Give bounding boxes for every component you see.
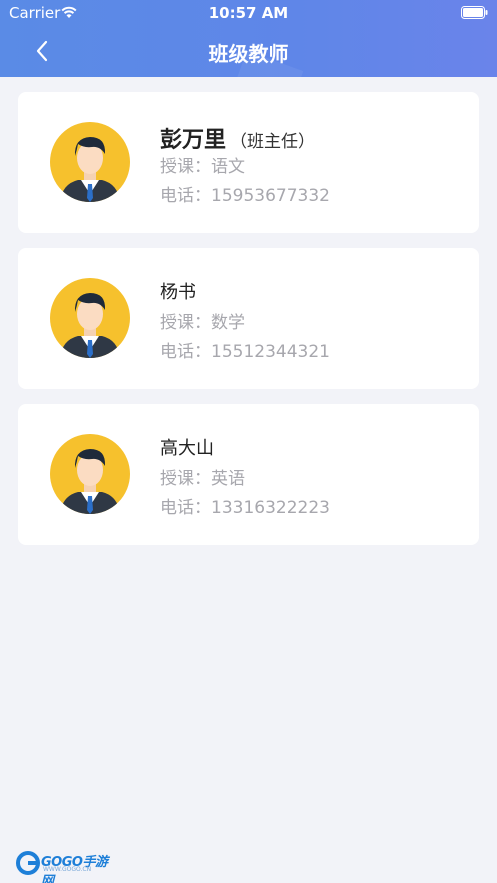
- teacher-phone-line: 电话：13316322223: [160, 495, 330, 522]
- teacher-role: （班主任）: [230, 132, 316, 152]
- teacher-phone[interactable]: 13316322223: [211, 498, 330, 518]
- battery-icon: [461, 6, 488, 19]
- watermark-logo: GOGO手游网 WWW.GOGO.CN: [16, 849, 116, 883]
- teacher-info: 杨书 授课：数学 电话：15512344321: [160, 278, 330, 366]
- watermark-url: WWW.GOGO.CN: [43, 866, 92, 873]
- teacher-list: 彭万里 （班主任） 授课：语文 电话：15953677332 杨书 授课：数学 …: [18, 92, 479, 560]
- teacher-name-row: 彭万里 （班主任）: [160, 122, 330, 153]
- teacher-subject: 语文: [211, 157, 245, 177]
- teacher-name-row: 杨书: [160, 278, 330, 308]
- status-bar: Carrier 10:57 AM: [0, 0, 497, 26]
- teacher-info: 彭万里 （班主任） 授课：语文 电话：15953677332: [160, 122, 330, 210]
- subject-label: 授课：: [160, 313, 211, 333]
- phone-label: 电话：: [160, 498, 211, 518]
- teacher-name-row: 高大山: [160, 434, 330, 464]
- teacher-phone-line: 电话：15953677332: [160, 183, 330, 210]
- teacher-phone-line: 电话：15512344321: [160, 339, 330, 366]
- teacher-card[interactable]: 彭万里 （班主任） 授课：语文 电话：15953677332: [18, 92, 479, 233]
- gogo-logo-icon: [16, 851, 40, 875]
- page-title: 班级教师: [208, 42, 289, 66]
- navigation-bar: 班级教师: [0, 26, 497, 77]
- teacher-card[interactable]: 杨书 授课：数学 电话：15512344321: [18, 248, 479, 389]
- teacher-info: 高大山 授课：英语 电话：13316322223: [160, 434, 330, 522]
- subject-label: 授课：: [160, 469, 211, 489]
- teacher-name: 杨书: [160, 282, 196, 303]
- teacher-avatar-icon: [50, 278, 130, 358]
- phone-label: 电话：: [160, 186, 211, 206]
- teacher-subject: 英语: [211, 469, 245, 489]
- teacher-avatar-icon: [50, 122, 130, 202]
- teacher-subject-line: 授课：英语: [160, 466, 330, 493]
- teacher-phone[interactable]: 15953677332: [211, 186, 330, 206]
- teacher-name: 彭万里: [160, 128, 227, 153]
- status-time: 10:57 AM: [208, 4, 289, 22]
- teacher-card[interactable]: 高大山 授课：英语 电话：13316322223: [18, 404, 479, 545]
- subject-label: 授课：: [160, 157, 211, 177]
- teacher-avatar-icon: [50, 434, 130, 514]
- teacher-subject-line: 授课：数学: [160, 310, 330, 337]
- teacher-subject: 数学: [211, 313, 245, 333]
- teacher-phone[interactable]: 15512344321: [211, 342, 330, 362]
- header-bar: Carrier 10:57 AM 班级教师: [0, 0, 497, 77]
- teacher-name: 高大山: [160, 438, 214, 459]
- teacher-subject-line: 授课：语文: [160, 154, 330, 181]
- phone-label: 电话：: [160, 342, 211, 362]
